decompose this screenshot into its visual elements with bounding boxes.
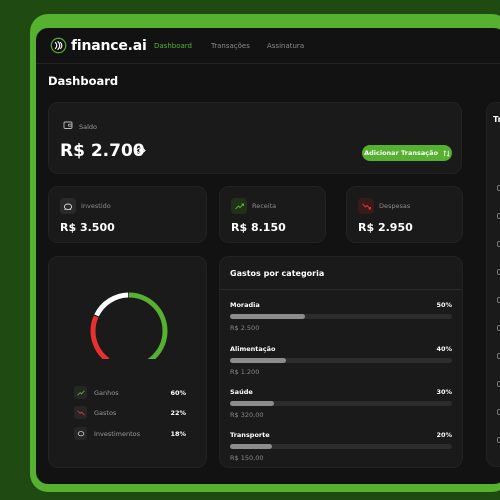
piggy-bank-icon: [60, 198, 76, 214]
category-amount: R$ 1.200: [230, 368, 260, 376]
category-progress: [230, 314, 306, 319]
expenses-label: Despesas: [379, 202, 411, 210]
transactions-card: Tr: [486, 102, 500, 467]
category-percent: 30%: [436, 388, 452, 396]
category-name: Transporte: [230, 431, 270, 439]
distribution-donut: [90, 292, 168, 359]
add-transaction-label: Adicionar Transação: [364, 149, 438, 157]
category-title: Gastos por categoria: [230, 269, 325, 278]
category-amount: R$ 150,00: [230, 454, 264, 462]
legend-gains: Ganhos 60%: [74, 386, 186, 400]
legend-investments-label: Investimentos: [94, 430, 140, 438]
category-item: Saúde 30% R$ 320,00: [230, 388, 452, 428]
nav-dashboard[interactable]: Dashboard: [154, 42, 192, 50]
legend-gains-percent: 60%: [170, 389, 186, 397]
category-item: Transporte 20% R$ 150,00: [230, 431, 452, 471]
expenses-value: R$ 2.950: [358, 221, 413, 234]
category-percent: 50%: [436, 301, 452, 309]
balance-card: Saldo R$ 2.700 Adicionar Transação: [48, 102, 462, 174]
trending-down-icon: [74, 406, 87, 419]
category-amount: R$ 2.500: [230, 324, 260, 332]
category-item: Moradia 50% R$ 2.500: [230, 301, 452, 341]
balance-amount: R$ 2.700: [60, 141, 145, 161]
category-name: Alimentação: [230, 345, 276, 353]
legend-expenses: Gastos 22%: [74, 406, 186, 420]
trending-up-icon: [74, 386, 87, 399]
legend-investments-percent: 18%: [170, 430, 186, 438]
eye-icon[interactable]: [135, 146, 146, 155]
category-amount: R$ 320,00: [230, 411, 264, 419]
top-navbar: finance.ai Dashboard Transações Assinatu…: [36, 28, 500, 64]
income-label: Receita: [252, 202, 277, 210]
invested-value: R$ 3.500: [60, 221, 115, 234]
income-value: R$ 8.150: [231, 221, 286, 234]
category-name: Moradia: [230, 301, 260, 309]
trending-down-icon: [358, 198, 374, 214]
piggy-bank-icon: [74, 427, 87, 440]
add-transaction-button[interactable]: Adicionar Transação: [362, 145, 452, 161]
nav-assinatura[interactable]: Assinatura: [267, 42, 304, 50]
category-spending-card: Gastos por categoria Moradia 50% R$ 2.50…: [219, 256, 463, 468]
category-percent: 40%: [436, 345, 452, 353]
income-card: Receita R$ 8.150: [219, 186, 326, 243]
category-progress: [230, 401, 275, 406]
expenses-card: Despesas R$ 2.950: [346, 186, 463, 243]
arrows-up-down-icon: [443, 149, 450, 157]
nav-transacoes[interactable]: Transações: [211, 42, 250, 50]
legend-gains-label: Ganhos: [94, 389, 119, 397]
app-name: finance.ai: [71, 37, 147, 54]
category-progress: [230, 444, 273, 449]
legend-investments: Investimentos 18%: [74, 427, 186, 441]
legend-expenses-percent: 22%: [170, 409, 186, 417]
logo-mark-icon: [50, 37, 67, 54]
invested-label: Investido: [81, 202, 111, 210]
transactions-title: Tr: [493, 115, 500, 124]
logo[interactable]: finance.ai: [50, 37, 147, 54]
category-progress: [230, 358, 286, 363]
category-name: Saúde: [230, 388, 253, 396]
category-divider: [220, 289, 462, 290]
trending-up-icon: [231, 198, 247, 214]
wallet-icon: [63, 121, 73, 129]
balance-label: Saldo: [79, 123, 98, 131]
page-title: Dashboard: [48, 74, 119, 88]
category-percent: 20%: [436, 431, 452, 439]
category-item: Alimentação 40% R$ 1.200: [230, 345, 452, 385]
app-window: finance.ai Dashboard Transações Assinatu…: [36, 28, 500, 484]
distribution-card: Ganhos 60% Gastos 22% Investimentos 18%: [48, 256, 207, 468]
invested-card: Investido R$ 3.500: [48, 186, 207, 243]
legend-expenses-label: Gastos: [94, 409, 117, 417]
